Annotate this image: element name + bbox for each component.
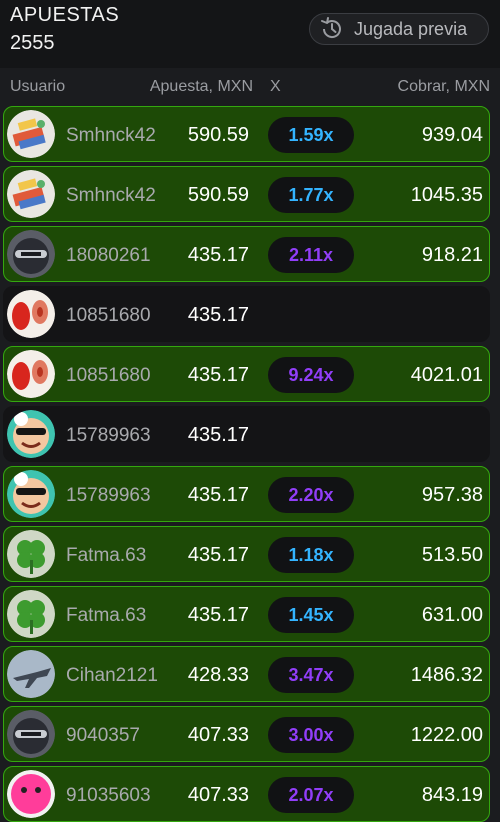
bet-row: 15789963 435.17 bbox=[3, 406, 490, 462]
bet-username: 10851680 bbox=[66, 365, 151, 386]
bet-amount: 435.17 bbox=[187, 544, 249, 566]
multiplier-badge: 1.77x bbox=[268, 177, 354, 213]
jet-avatar bbox=[7, 650, 55, 698]
column-user: Usuario bbox=[10, 78, 66, 95]
bet-username: Fatma.63 bbox=[66, 545, 147, 566]
bet-row: 9040357 407.33 3.00x 1222.00 bbox=[3, 706, 490, 762]
bet-amount: 428.33 bbox=[187, 664, 249, 686]
colorful-pattern-avatar bbox=[7, 110, 55, 158]
cashout-amount: 957.38 bbox=[421, 484, 483, 506]
multiplier-badge: 1.45x bbox=[268, 597, 354, 633]
previous-round-button[interactable]: Jugada previa bbox=[309, 13, 489, 45]
bet-username: 10851680 bbox=[66, 305, 151, 326]
ninja-avatar bbox=[7, 710, 55, 758]
previous-round-label: Jugada previa bbox=[354, 18, 468, 39]
bet-row: 91035603 407.33 2.07x 843.19 bbox=[3, 766, 490, 822]
bet-amount: 590.59 bbox=[187, 184, 249, 206]
bet-username: 15789963 bbox=[66, 485, 151, 506]
bet-username: Cihan2121 bbox=[66, 665, 158, 686]
bet-username: 15789963 bbox=[66, 425, 151, 446]
clover-avatar bbox=[7, 590, 55, 638]
bet-row: 10851680 435.17 9.24x 4021.01 bbox=[3, 346, 490, 402]
clover-avatar bbox=[7, 530, 55, 578]
column-bet: Apuesta, MXN bbox=[149, 78, 253, 95]
bet-row: 18080261 435.17 2.11x 918.21 bbox=[3, 226, 490, 282]
bet-amount: 590.59 bbox=[187, 124, 249, 146]
cashout-amount: 918.21 bbox=[421, 244, 483, 266]
bet-row: 15789963 435.17 2.20x 957.38 bbox=[3, 466, 490, 522]
column-multiplier: X bbox=[270, 78, 281, 95]
pink-smiley-avatar bbox=[7, 770, 55, 818]
multiplier-badge: 1.18x bbox=[268, 537, 354, 573]
bet-username: Fatma.63 bbox=[66, 605, 147, 626]
sunglasses-face-avatar bbox=[7, 410, 55, 458]
column-headers: Usuario Apuesta, MXN X Cobrar, MXN bbox=[0, 68, 500, 104]
cashout-amount: 1222.00 bbox=[410, 724, 483, 746]
cashout-amount: 631.00 bbox=[421, 604, 483, 626]
sunglasses-face-avatar bbox=[7, 470, 55, 518]
red-eggs-avatar bbox=[7, 350, 55, 398]
multiplier-badge: 2.07x bbox=[268, 777, 354, 813]
bet-amount: 435.17 bbox=[187, 424, 249, 446]
bet-username: 18080261 bbox=[66, 245, 151, 266]
bet-username: Smhnck42 bbox=[66, 125, 156, 146]
bet-amount: 407.33 bbox=[187, 724, 249, 746]
bets-header: APUESTAS 2555 Jugada previa bbox=[0, 0, 500, 68]
cashout-amount: 1486.32 bbox=[410, 664, 483, 686]
history-clock-icon bbox=[321, 17, 341, 38]
multiplier-badge: 3.47x bbox=[268, 657, 354, 693]
multiplier-badge: 2.11x bbox=[268, 237, 354, 273]
bets-title: APUESTAS bbox=[10, 4, 120, 26]
bet-row: Fatma.63 435.17 1.18x 513.50 bbox=[3, 526, 490, 582]
bet-username: Smhnck42 bbox=[66, 185, 156, 206]
cashout-amount: 4021.01 bbox=[410, 364, 483, 386]
bet-amount: 435.17 bbox=[187, 364, 249, 386]
bet-row: Cihan2121 428.33 3.47x 1486.32 bbox=[3, 646, 490, 702]
cashout-amount: 1045.35 bbox=[410, 184, 483, 206]
bet-row: Fatma.63 435.17 1.45x 631.00 bbox=[3, 586, 490, 642]
bet-amount: 435.17 bbox=[187, 244, 249, 266]
red-eggs-avatar bbox=[7, 290, 55, 338]
bet-amount: 435.17 bbox=[187, 304, 249, 326]
ninja-avatar bbox=[7, 230, 55, 278]
bet-row: Smhnck42 590.59 1.59x 939.04 bbox=[3, 106, 490, 162]
cashout-amount: 939.04 bbox=[421, 124, 483, 146]
multiplier-badge: 1.59x bbox=[268, 117, 354, 153]
column-cashout: Cobrar, MXN bbox=[397, 78, 490, 95]
multiplier-badge: 9.24x bbox=[268, 357, 354, 393]
bet-row: 10851680 435.17 bbox=[3, 286, 490, 342]
bet-username: 9040357 bbox=[66, 725, 140, 746]
bet-amount: 435.17 bbox=[187, 484, 249, 506]
bets-count: 2555 bbox=[10, 32, 55, 54]
cashout-amount: 513.50 bbox=[421, 544, 483, 566]
multiplier-badge: 3.00x bbox=[268, 717, 354, 753]
bet-amount: 435.17 bbox=[187, 604, 249, 626]
bet-row: Smhnck42 590.59 1.77x 1045.35 bbox=[3, 166, 490, 222]
colorful-pattern-avatar bbox=[7, 170, 55, 218]
multiplier-badge: 2.20x bbox=[268, 477, 354, 513]
